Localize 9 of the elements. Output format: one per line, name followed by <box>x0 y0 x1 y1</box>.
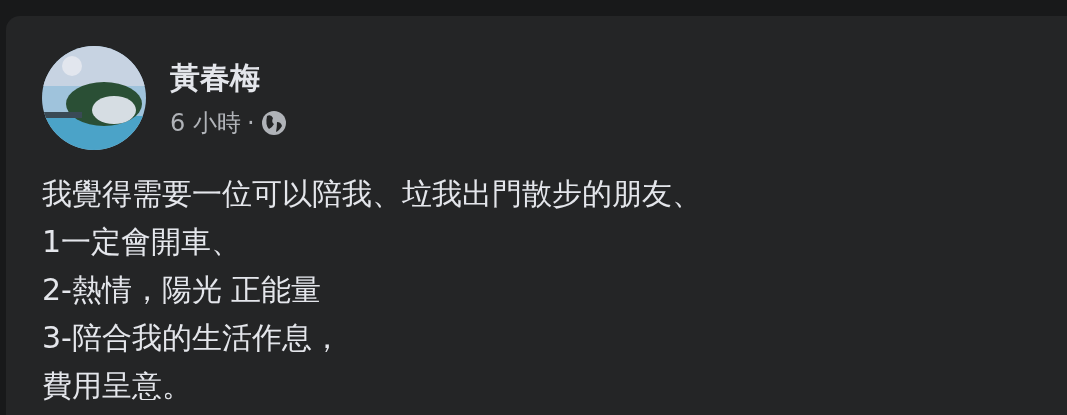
post-text-line: 1一定會開車、 <box>42 223 243 261</box>
post-text-line: 3-陪合我的生活作息， <box>42 319 343 357</box>
globe-icon <box>260 109 287 136</box>
post-text-line: 我覺得需要一位可以陪我、垃我出門散步的朋友、 <box>42 175 703 213</box>
post-text-line: 費用呈意。 <box>42 367 193 405</box>
post-time[interactable]: 6 小時 <box>170 106 241 139</box>
separator: · <box>246 108 255 137</box>
author-name[interactable]: 黃春梅 <box>170 57 287 99</box>
post-text-line: 2-熱情，陽光 正能量 <box>42 271 323 309</box>
